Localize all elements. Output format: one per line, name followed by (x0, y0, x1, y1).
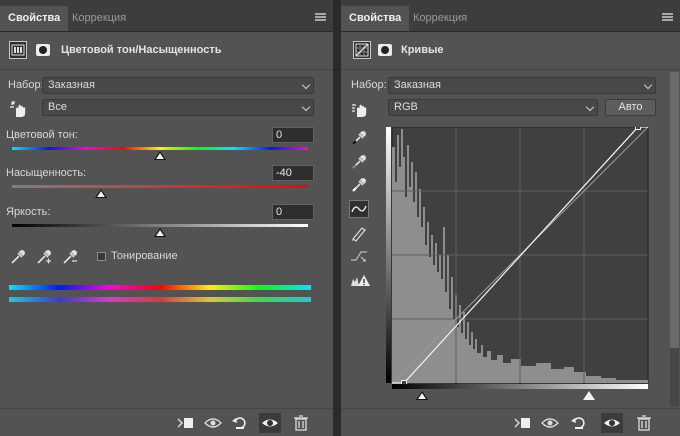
eyedropper-subtract-icon[interactable] (61, 248, 79, 266)
input-color-bar (9, 285, 311, 290)
hue-slider-thumb[interactable] (154, 151, 166, 160)
curves-properties-panel: Свойства Коррекция Кривые Набор: Заказна… (341, 0, 680, 436)
targeted-adjustment-hand-icon[interactable] (9, 99, 29, 119)
adjustment-title: Кривые (401, 44, 444, 56)
divider (0, 69, 333, 70)
curve-control-point[interactable] (634, 127, 641, 130)
visibility-eye-icon[interactable] (601, 413, 623, 433)
channel-value: Все (48, 101, 67, 113)
hue-saturation-properties-panel: Свойства Коррекция Цветовой тон/Насыщенн… (0, 0, 333, 436)
sample-white-point-eyedropper-icon[interactable] (349, 175, 369, 193)
clip-to-layer-icon[interactable] (174, 413, 196, 433)
preset-dropdown[interactable]: Заказная (388, 77, 656, 94)
tab-adjustments[interactable]: Коррекция (64, 6, 134, 31)
adjustment-title: Цветовой тон/Насыщенность (61, 44, 222, 56)
delete-trash-icon[interactable] (290, 413, 312, 433)
curves-graph[interactable] (386, 127, 650, 390)
eyedropper-add-icon[interactable] (35, 248, 53, 266)
lightness-slider-thumb[interactable] (154, 228, 166, 237)
smooth-curve-icon[interactable] (349, 247, 369, 265)
preset-value: Заказная (394, 79, 442, 91)
layer-mask-icon[interactable] (36, 44, 50, 56)
saturation-slider-track[interactable] (12, 185, 308, 188)
panel-footer (0, 408, 333, 436)
divider (341, 69, 680, 70)
panel-header: Цветовой тон/Насыщенность (0, 32, 333, 68)
output-color-bar (9, 297, 311, 302)
eyedropper-icon[interactable] (9, 248, 27, 266)
clipping-warning-icon[interactable] (349, 271, 370, 289)
chevron-down-icon (585, 102, 595, 112)
lightness-input[interactable]: 0 (272, 204, 314, 220)
panel-menu-icon[interactable] (662, 13, 673, 21)
channel-value: RGB (394, 101, 418, 113)
channel-dropdown[interactable]: RGB (388, 99, 598, 116)
tab-properties[interactable]: Свойства (341, 6, 410, 31)
panel-tab-bar: Свойства Коррекция (341, 0, 680, 32)
scrollbar-thumb[interactable] (670, 72, 679, 348)
colorize-checkbox[interactable] (97, 252, 106, 261)
saturation-slider-thumb[interactable] (95, 189, 107, 198)
visibility-eye-icon[interactable] (259, 413, 281, 433)
hue-label: Цветовой тон: (6, 129, 78, 141)
preset-value: Заказная (48, 79, 96, 91)
hue-slider-track[interactable] (12, 147, 308, 150)
curves-adjustment-icon[interactable] (353, 41, 371, 59)
reset-icon[interactable] (568, 413, 590, 433)
preset-dropdown[interactable]: Заказная (42, 77, 314, 94)
layer-mask-icon[interactable] (378, 44, 392, 56)
chevron-down-icon (643, 80, 653, 90)
saturation-label: Насыщенность: (6, 167, 87, 179)
tab-adjustments[interactable]: Коррекция (405, 6, 475, 31)
chevron-down-icon (301, 102, 311, 112)
view-previous-state-icon[interactable] (202, 413, 224, 433)
reset-icon[interactable] (229, 413, 251, 433)
targeted-adjustment-hand-icon[interactable] (350, 99, 370, 119)
panel-footer (341, 408, 680, 436)
channel-dropdown[interactable]: Все (42, 99, 314, 116)
edit-points-curve-icon[interactable] (349, 200, 369, 218)
sample-gray-point-eyedropper-icon[interactable] (349, 152, 369, 170)
preset-label: Набор: (351, 79, 387, 91)
output-gradient-bar (386, 127, 391, 383)
hue-saturation-adjustment-icon[interactable] (9, 41, 27, 59)
white-point-slider-thumb[interactable] (583, 391, 595, 400)
saturation-input[interactable]: -40 (272, 165, 314, 181)
clip-to-layer-icon[interactable] (511, 413, 533, 433)
chevron-down-icon (301, 80, 311, 90)
black-point-slider-thumb[interactable] (416, 391, 428, 400)
tab-properties[interactable]: Свойства (0, 6, 69, 31)
panel-menu-icon[interactable] (315, 13, 326, 21)
panel-tab-bar: Свойства Коррекция (0, 0, 333, 32)
input-gradient-bar (392, 384, 648, 389)
sample-black-point-eyedropper-icon[interactable] (349, 128, 369, 146)
lightness-label: Яркость: (6, 206, 51, 218)
panel-header: Кривые (341, 32, 680, 68)
panel-scrollbar[interactable] (670, 72, 679, 406)
delete-trash-icon[interactable] (633, 413, 655, 433)
hue-input[interactable]: 0 (272, 127, 314, 143)
colorize-label: Тонирование (111, 250, 178, 262)
view-previous-state-icon[interactable] (539, 413, 561, 433)
lightness-slider-track[interactable] (12, 224, 308, 227)
pencil-draw-icon[interactable] (349, 224, 369, 242)
preset-label: Набор: (8, 79, 44, 91)
auto-button[interactable]: Авто (605, 99, 656, 116)
